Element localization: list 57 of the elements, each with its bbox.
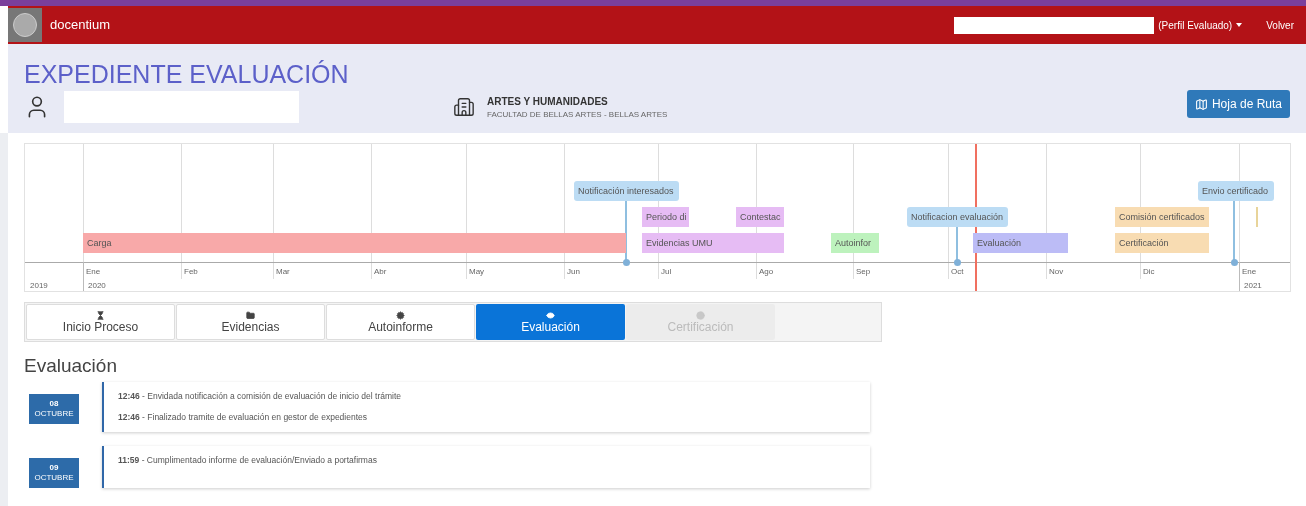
event-line: 12:46 - Finalizado tramite de evaluación en gestor de expedientes xyxy=(118,410,369,424)
timeline-range[interactable]: Contestac xyxy=(736,207,784,227)
month-label: Ene xyxy=(86,266,101,278)
area-name: ARTES Y HUMANIDADES xyxy=(487,94,609,109)
event-pin-line xyxy=(1233,201,1235,262)
timeline-range[interactable]: Certificación xyxy=(1115,233,1209,253)
process-tab[interactable]: Evaluación xyxy=(476,304,625,340)
month-label: Nov xyxy=(1049,266,1064,278)
timeline-range[interactable]: Autoinfor xyxy=(831,233,879,253)
month-label: Abr xyxy=(374,266,387,278)
date-month: OCTUBRE xyxy=(34,409,74,419)
timeline-range[interactable]: Evidencias UMU xyxy=(642,233,784,253)
tab-icon xyxy=(396,310,405,320)
event-line: 12:46 - Envidada notificación a comisión de evaluación de inicio del trámite xyxy=(118,390,403,403)
event-line: 11:59 - Cumplimentado informe de evaluación/Enviado a portafirmas xyxy=(118,453,378,467)
map-icon xyxy=(1194,97,1208,111)
building-icon xyxy=(453,96,475,118)
month-label: Feb xyxy=(184,266,198,278)
month-label: Jun xyxy=(567,266,580,278)
logo-icon xyxy=(8,8,42,42)
month-label: Mar xyxy=(276,266,290,278)
brand-name[interactable]: docentium xyxy=(50,15,110,35)
timeline-event[interactable]: Envio certificado xyxy=(1198,181,1274,201)
year-label: 2021 xyxy=(1244,280,1262,292)
event-pin-line xyxy=(956,227,958,262)
month-label: Dic xyxy=(1143,266,1155,278)
timeline-event[interactable]: Notificación interesados xyxy=(574,181,679,201)
caret-icon xyxy=(1236,23,1243,27)
timeline-event[interactable]: Notificacion evaluación xyxy=(907,207,1008,227)
timeline-range[interactable]: Carga xyxy=(83,233,626,253)
date-month: OCTUBRE xyxy=(34,472,74,483)
month-label: Ago xyxy=(759,266,774,278)
process-tab[interactable]: Autoinforme xyxy=(326,304,475,340)
year-label: 2019 xyxy=(30,280,48,292)
route-button[interactable]: Hoja de Ruta xyxy=(1186,90,1290,118)
month-label: May xyxy=(469,266,485,278)
process-tab[interactable]: Evidencias xyxy=(176,304,325,340)
faculty-name: FACULTAD DE BELLAS ARTES - BELLAS ARTES xyxy=(487,108,668,121)
month-label: Sep xyxy=(856,266,871,278)
profile-menu[interactable]: (Perfil Evaluado) xyxy=(1158,17,1243,33)
page-title: EXPEDIENTE EVALUACIÓN xyxy=(24,59,350,89)
month-label: Jul xyxy=(661,266,672,278)
date-day: 09 xyxy=(49,462,59,473)
tab-icon xyxy=(546,310,555,320)
process-tab[interactable]: Inicio Proceso xyxy=(26,304,175,340)
date-day: 08 xyxy=(49,399,59,409)
tab-icon xyxy=(696,310,705,320)
month-label: Ene xyxy=(1242,266,1257,278)
timeline-range[interactable]: Periodo di xyxy=(642,207,689,227)
timeline-range[interactable]: Evaluación xyxy=(973,233,1068,253)
tab-icon xyxy=(246,310,255,320)
timeline-range[interactable]: Comisión certificados xyxy=(1115,207,1209,227)
year-label: 2020 xyxy=(88,280,106,292)
back-link[interactable]: Volver xyxy=(1266,17,1294,33)
tab-icon xyxy=(96,310,105,320)
month-label: Oct xyxy=(951,266,964,278)
section-title: Evaluación xyxy=(24,354,118,378)
